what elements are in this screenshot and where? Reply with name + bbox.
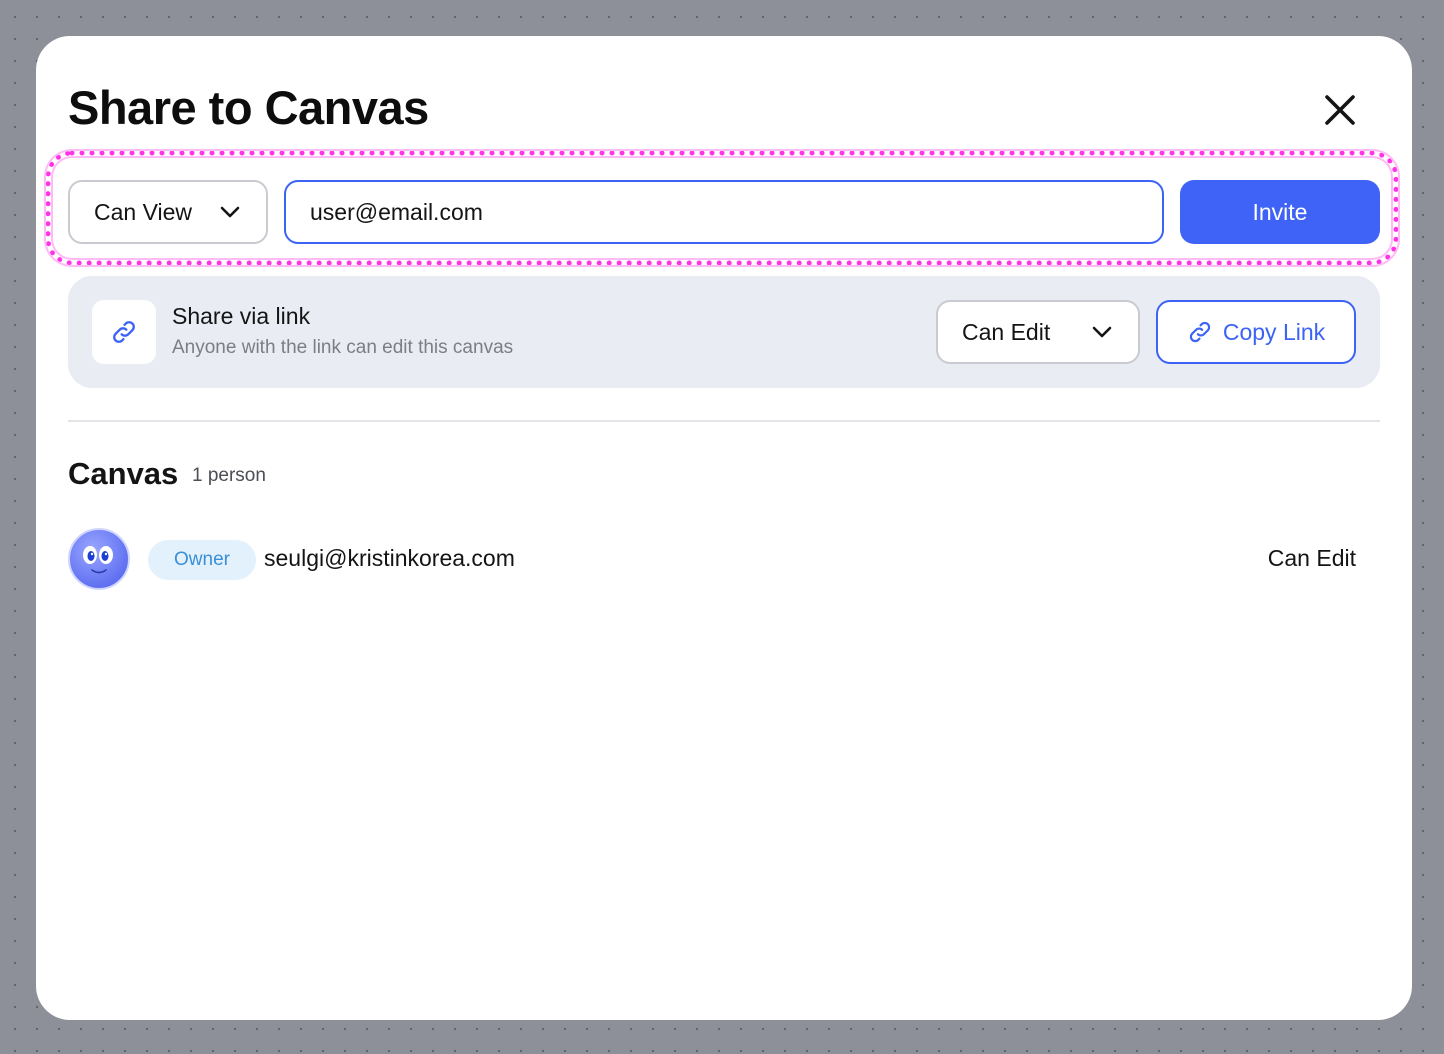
copy-link-button[interactable]: Copy Link [1156,300,1356,364]
link-icon-box [92,300,156,364]
share-link-subtitle: Anyone with the link can edit this canva… [172,337,514,358]
link-icon [113,321,135,343]
email-input[interactable] [284,180,1164,244]
link-icon [1189,321,1210,343]
members-section-title: Canvas [68,456,179,491]
divider [68,420,1380,422]
share-dialog: Share to Canvas Can View Invite Share vi… [36,36,1412,1020]
close-button[interactable] [1316,86,1364,134]
link-permission-dropdown[interactable]: Can Edit [936,300,1140,364]
dialog-title: Share to Canvas [68,81,429,134]
member-permission[interactable]: Can Edit [1268,545,1356,572]
chevron-down-icon [1092,326,1112,338]
copy-link-label: Copy Link [1222,318,1326,345]
invite-permission-dropdown[interactable]: Can View [68,180,268,244]
link-permission-label: Can Edit [962,318,1051,345]
invite-permission-label: Can View [94,198,193,225]
share-link-panel: Share via link Anyone with the link can … [68,276,1380,388]
member-email: seulgi@kristinkorea.com [264,545,515,571]
invite-button[interactable]: Invite [1180,180,1380,244]
close-icon [1325,95,1355,125]
role-badge: Owner [148,540,256,580]
members-count: 1 person [192,465,266,486]
chevron-down-icon [220,206,240,218]
share-link-title: Share via link [172,303,311,329]
avatar [68,528,130,590]
